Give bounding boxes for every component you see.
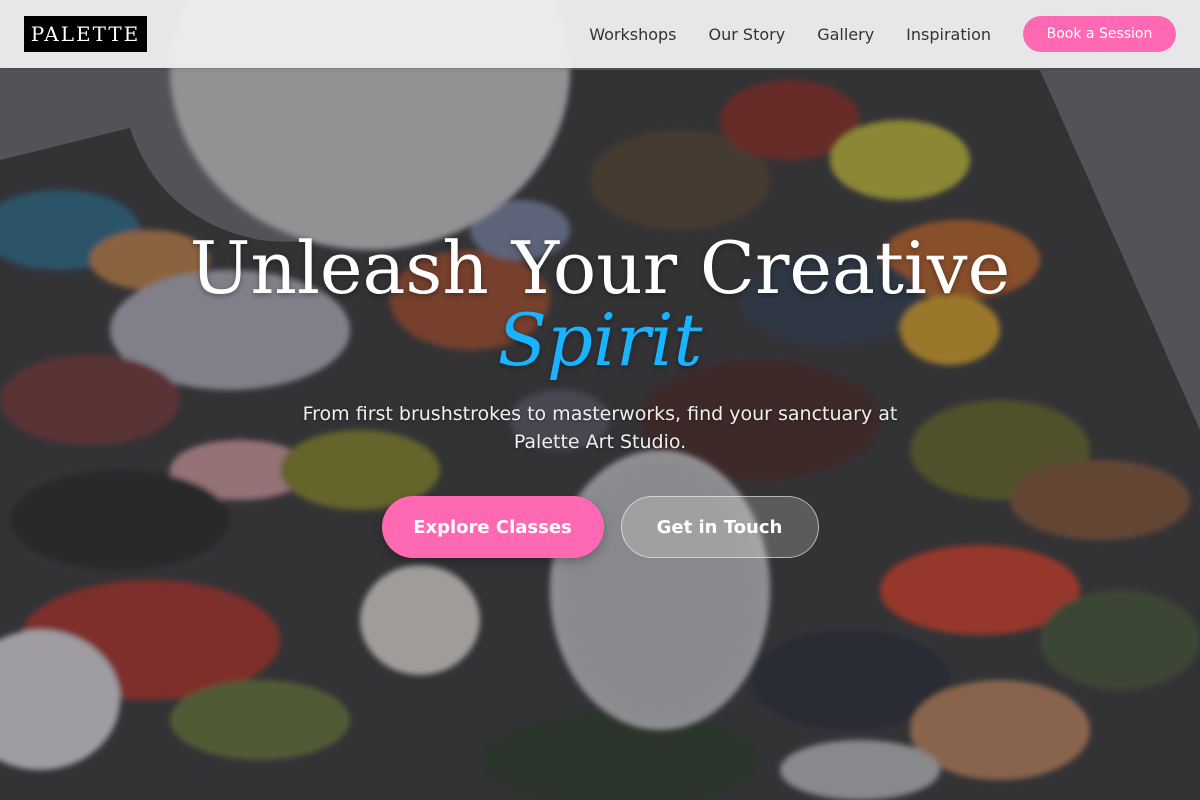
nav-link-our-story[interactable]: Our Story [709, 25, 786, 44]
hero-title: Unleash Your Creative Spirit [0, 230, 1200, 378]
nav-link-gallery[interactable]: Gallery [817, 25, 874, 44]
brand-logo[interactable]: PALETTE [24, 16, 147, 52]
nav-link-workshops[interactable]: Workshops [589, 25, 676, 44]
explore-classes-button[interactable]: Explore Classes [381, 496, 604, 558]
book-session-button[interactable]: Book a Session [1023, 16, 1176, 52]
nav-link-inspiration[interactable]: Inspiration [906, 25, 991, 44]
main-nav: Workshops Our Story Gallery Inspiration [589, 0, 991, 68]
get-in-touch-button[interactable]: Get in Touch [620, 496, 819, 558]
top-navbar: PALETTE Workshops Our Story Gallery Insp… [0, 0, 1200, 68]
hero-title-accent: Spirit [497, 298, 703, 382]
hero-actions: Explore Classes Get in Touch [0, 496, 1200, 558]
hero-subtitle: From first brushstrokes to masterworks, … [302, 403, 898, 453]
hero-section: Unleash Your Creative Spirit From first … [0, 230, 1200, 558]
